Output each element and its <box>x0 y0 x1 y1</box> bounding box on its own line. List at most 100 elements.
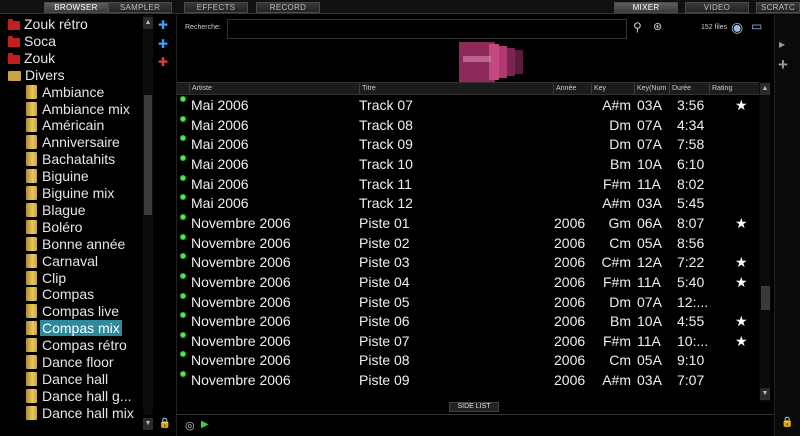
track-row[interactable]: Mai 2006 Track 12 A#m 03A 5:45 <box>177 194 759 214</box>
cell-rating: ★ <box>735 97 748 113</box>
monitor-icon[interactable]: ▭ <box>751 19 762 33</box>
tree-item[interactable]: Dance floor <box>26 354 116 371</box>
track-row[interactable]: Novembre 2006 Piste 03 2006 C#m 12A 7:22 ★ <box>177 253 759 273</box>
cell-artist: Novembre 2006 <box>191 332 291 349</box>
tree-item[interactable]: Soca <box>8 33 58 50</box>
track-list-scrollbar[interactable]: ▲ ▼ <box>759 82 771 402</box>
track-row[interactable]: Mai 2006 Track 10 Bm 10A 6:10 <box>177 154 759 175</box>
tab-record[interactable]: RECORD <box>256 2 320 13</box>
track-row[interactable]: Novembre 2006 Piste 02 2006 Cm 05A 8:56 <box>177 233 759 254</box>
track-row[interactable]: Novembre 2006 Piste 08 2006 Cm 05A 9:10 <box>177 351 759 371</box>
tree-scroll-thumb[interactable] <box>144 95 152 215</box>
tree-scroll-up-button[interactable]: ▲ <box>143 17 153 29</box>
status-dot-icon <box>180 351 186 358</box>
col-keynum[interactable]: Key(Num <box>634 83 669 94</box>
tree-item[interactable]: Compas <box>26 286 96 303</box>
tree-item[interactable]: Dance hall g... <box>26 388 134 405</box>
tree-item[interactable]: Compas rétro <box>26 337 129 354</box>
cell-title: Piste 07 <box>359 332 410 349</box>
tab-video[interactable]: VIDEO <box>685 2 749 13</box>
tree-item[interactable]: Blague <box>26 202 88 219</box>
cell-keynum: 03A <box>637 372 662 389</box>
play-icon[interactable]: ▶ <box>201 419 209 430</box>
col-artist[interactable]: Artiste <box>189 83 359 94</box>
search-input[interactable] <box>227 19 627 39</box>
col-title[interactable]: Titre <box>359 83 553 94</box>
track-row[interactable]: Novembre 2006 Piste 09 2006 A#m 03A 7:07 <box>177 371 759 391</box>
lock-icon[interactable]: 🔒 <box>781 417 793 428</box>
expand-arrow-icon[interactable]: ▸ <box>779 37 785 51</box>
tree-item[interactable]: Biguine mix <box>26 185 116 202</box>
tree-item[interactable]: Compas mix <box>26 320 122 337</box>
cell-title: Piste 02 <box>359 234 410 251</box>
remove-folder-icon[interactable]: ✚ <box>156 55 170 69</box>
side-list-button[interactable]: SIDE LIST <box>449 402 499 412</box>
tree-item[interactable]: Clip <box>26 270 68 287</box>
track-row[interactable]: Novembre 2006 Piste 07 2006 F#m 11A 10:... ★ <box>177 331 759 352</box>
tree-item[interactable]: Divers <box>8 67 67 84</box>
tree-item[interactable]: Compas live <box>26 303 121 320</box>
track-list: Mai 2006 Track 07 A#m 03A 3:56 ★ Mai 2006 Track… <box>177 96 759 406</box>
cell-key: Bm <box>610 313 631 330</box>
track-row[interactable]: Novembre 2006 Piste 04 2006 F#m 11A 5:40 ★ <box>177 272 759 293</box>
tree-item[interactable]: Ambiance <box>26 84 106 101</box>
lock-icon[interactable]: 🔒 <box>158 417 172 431</box>
folder-icon <box>26 101 37 116</box>
col-rating[interactable]: Rating <box>709 83 759 94</box>
tab-sampler[interactable]: SAMPLER <box>108 2 172 13</box>
tree-item[interactable]: Carnaval <box>26 253 100 270</box>
search-options-icon[interactable]: ⚲ <box>633 20 642 34</box>
cell-keynum: 12A <box>637 254 662 271</box>
list-scroll-up-button[interactable]: ▲ <box>760 83 770 95</box>
tree-item[interactable]: Boléro <box>26 219 84 236</box>
status-dot-icon <box>180 292 186 299</box>
tree-item[interactable]: Américain <box>26 117 106 134</box>
col-key[interactable]: Key <box>591 83 634 94</box>
tree-item[interactable]: Zouk rétro <box>8 16 90 33</box>
track-row[interactable]: Novembre 2006 Piste 05 2006 Dm 07A 12:... <box>177 292 759 313</box>
tree-item[interactable]: Bonne année <box>26 236 127 253</box>
track-row[interactable]: Mai 2006 Track 07 A#m 03A 3:56 ★ <box>177 96 759 116</box>
track-row[interactable]: Mai 2006 Track 11 F#m 11A 8:02 <box>177 174 759 195</box>
tab-mixer[interactable]: MIXER <box>614 2 678 13</box>
tree-item[interactable]: Anniversaire <box>26 134 122 151</box>
tab-effects[interactable]: EFFECTS <box>184 2 248 13</box>
add-filter-icon[interactable]: ✚ <box>156 37 170 51</box>
folder-icon <box>26 287 37 302</box>
track-row[interactable]: Novembre 2006 Piste 01 2006 Gm 06A 8:07 ★ <box>177 213 759 234</box>
cell-key: Cm <box>609 234 631 251</box>
tree-item[interactable]: Zouk <box>8 50 57 67</box>
cell-duration: 4:34 <box>677 116 705 133</box>
cell-year: 2006 <box>554 234 586 251</box>
track-row[interactable]: Mai 2006 Track 08 Dm 07A 4:34 <box>177 115 759 136</box>
tree-scroll-down-button[interactable]: ▼ <box>143 418 153 430</box>
cell-keynum: 07A <box>637 136 662 153</box>
tab-browser[interactable]: BROWSER <box>44 2 108 13</box>
cell-title: Piste 08 <box>359 352 410 369</box>
track-row[interactable]: Mai 2006 Track 09 Dm 07A 7:58 <box>177 135 759 155</box>
cell-keynum: 05A <box>637 352 662 369</box>
tree-item[interactable]: Bachatahits <box>26 151 117 168</box>
list-scroll-down-button[interactable]: ▼ <box>760 388 770 400</box>
tree-item[interactable]: Dance hall <box>26 371 110 388</box>
col-year[interactable]: Année <box>553 83 591 94</box>
tree-item[interactable]: Biguine <box>26 168 91 185</box>
cell-year: 2006 <box>554 352 586 369</box>
microphone-icon[interactable]: ⊛ <box>653 20 662 33</box>
tree-scrollbar[interactable]: ▲ <box>143 15 153 415</box>
eye-icon[interactable]: ◉ <box>731 19 743 36</box>
cell-artist: Mai 2006 <box>191 175 249 192</box>
tree-item[interactable]: Dance hall mix <box>26 405 136 422</box>
col-duration[interactable]: Durée <box>669 83 709 94</box>
folder-icon <box>26 118 37 133</box>
tab-scratch[interactable]: SCRATC <box>756 2 800 13</box>
cell-keynum: 07A <box>637 293 662 310</box>
cell-key: A#m <box>602 195 631 212</box>
folder-icon <box>26 371 37 386</box>
add-folder-icon[interactable]: ✚ <box>156 18 170 32</box>
track-row[interactable]: Novembre 2006 Piste 06 2006 Bm 10A 4:55 ★ <box>177 312 759 332</box>
automix-icon[interactable]: ◎ <box>185 419 195 432</box>
tree-item[interactable]: Ambiance mix <box>26 101 132 118</box>
add-icon[interactable]: + <box>778 55 788 75</box>
list-scroll-thumb[interactable] <box>761 286 770 310</box>
